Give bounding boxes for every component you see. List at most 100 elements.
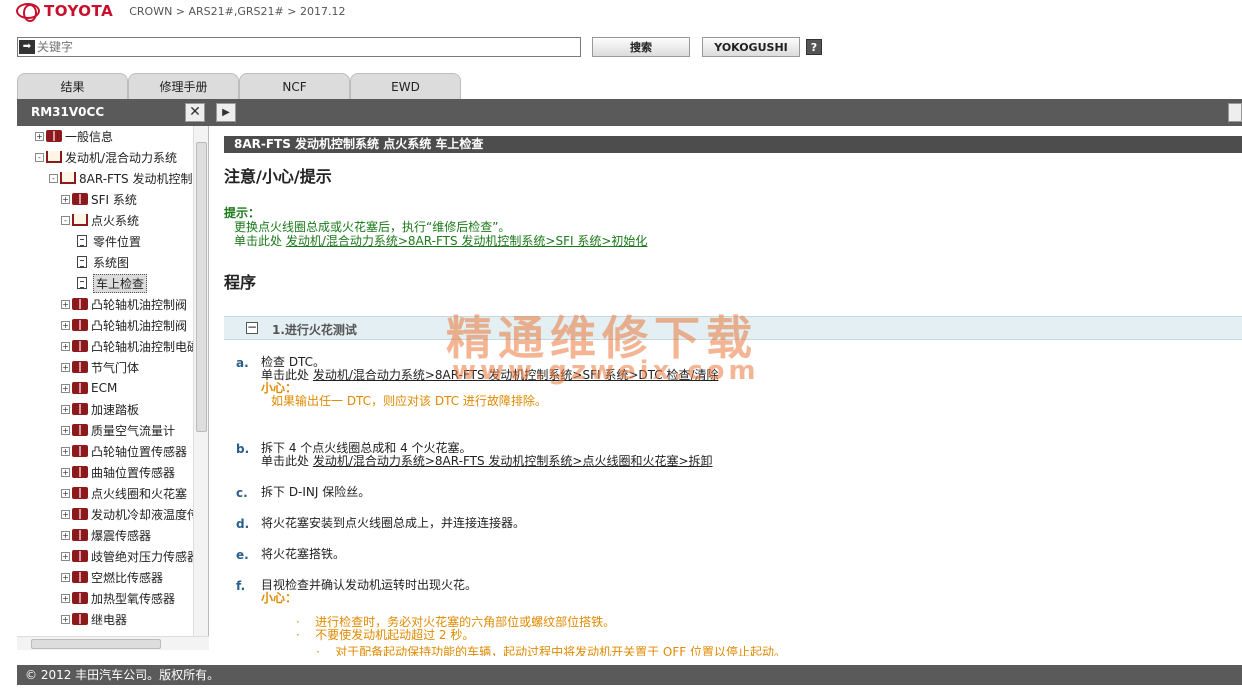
hint-prefix: 单击此处	[234, 234, 286, 248]
scroll-thumb[interactable]	[196, 142, 207, 432]
tree-item[interactable]: + 加速踏板	[61, 399, 139, 419]
collapse-icon[interactable]: -	[35, 152, 44, 162]
document-id: RM31V0CC	[31, 105, 105, 119]
toyota-logo: TOYOTA	[16, 2, 113, 22]
expand-icon[interactable]: +	[61, 593, 70, 603]
tree-item-label: 节气门体	[91, 360, 140, 375]
expand-icon[interactable]: +	[61, 446, 70, 456]
tree-item-engine-system[interactable]: - 发动机/混合动力系统	[35, 147, 177, 167]
hint-link[interactable]: 发动机/混合动力系统>8AR-FTS 发动机控制系统>SFI 系统>初始化	[286, 234, 648, 248]
tree-item-label: SFI 系统	[91, 192, 137, 207]
step-letter: f.	[236, 579, 246, 593]
step-title: 1.进行火花测试	[272, 323, 357, 337]
expand-icon[interactable]: +	[61, 530, 70, 540]
caution-heading: 注意/小心/提示	[224, 167, 332, 186]
expand-icon[interactable]: +	[61, 299, 70, 309]
collapse-icon[interactable]: -	[61, 215, 70, 225]
top-bar: TOYOTA CROWN > ARS21#,GRS21# > 2017.12	[0, 0, 1242, 22]
tree-vertical-scrollbar[interactable]	[193, 126, 208, 636]
book-icon	[72, 613, 88, 625]
tree-item[interactable]: + 继电器	[61, 609, 127, 629]
tab-results[interactable]: 结果	[17, 73, 128, 99]
tree-item[interactable]: + 加热型氧传感器	[61, 588, 175, 608]
yokogushi-button[interactable]: YOKOGUSHI	[702, 37, 800, 57]
step-letter: b.	[236, 442, 250, 456]
collapse-icon[interactable]: −	[246, 321, 258, 334]
expand-icon[interactable]: +	[61, 341, 70, 351]
book-icon	[72, 319, 88, 331]
book-icon	[72, 487, 88, 499]
next-arrow-icon[interactable]: ▶	[216, 103, 236, 122]
expand-icon[interactable]: +	[61, 614, 70, 624]
scroll-thumb[interactable]	[31, 639, 161, 649]
tree-item-parts-location[interactable]: 零件位置	[75, 231, 141, 251]
tree-item-label: 凸轮轴位置传感器	[91, 444, 188, 459]
tree-item[interactable]: + 凸轮轴机油控制电磁	[61, 336, 199, 356]
tree-item[interactable]: + 歧管绝对压力传感器	[61, 546, 199, 566]
tree-item[interactable]: + 发动机冷却液温度传	[61, 504, 199, 524]
help-icon[interactable]: ?	[806, 39, 822, 55]
bullet-text: 不要使发动机起动超过 2 秒。	[315, 628, 475, 642]
tree-horizontal-scrollbar[interactable]	[17, 636, 209, 650]
tree-item[interactable]: + ECM	[61, 378, 117, 398]
expand-icon[interactable]: +	[61, 467, 70, 477]
tree-item-label: 加热型氧传感器	[91, 591, 176, 606]
tree-item-on-vehicle-inspection[interactable]: 车上检查	[75, 273, 148, 293]
page-icon	[77, 277, 87, 289]
collapse-icon[interactable]: -	[49, 173, 58, 183]
arrow-right-icon: ➡	[19, 40, 35, 54]
expand-icon[interactable]: +	[61, 572, 70, 582]
tree-item[interactable]: + 质量空气流量计	[61, 420, 175, 440]
tree-item-general[interactable]: + 一般信息	[35, 126, 113, 146]
search-input[interactable]	[35, 38, 580, 56]
tree-item-label: 凸轮轴机油控制阀	[91, 297, 188, 312]
close-icon[interactable]: ✕	[185, 103, 205, 122]
tree-item-sfi[interactable]: + SFI 系统	[61, 189, 137, 209]
tree-item[interactable]: + 凸轮轴位置传感器	[61, 441, 187, 461]
tree-item[interactable]: + 曲轴位置传感器	[61, 462, 175, 482]
tree-item[interactable]: + 爆震传感器	[61, 525, 151, 545]
book-icon	[72, 424, 88, 436]
expand-icon[interactable]: +	[61, 551, 70, 561]
caution-bullet: · 对于配备起动保持功能的车辆，起动过程中将发动机开关置于 OFF 位置以停止起…	[316, 643, 786, 656]
tree-item[interactable]: + 凸轮轴机油控制阀	[61, 294, 187, 314]
content-pane: 8AR-FTS 发动机控制系统 点火系统 车上检查 注意/小心/提示 提示： 更…	[210, 126, 1242, 656]
bullet-text: 对于配备起动保持功能的车辆，起动过程中将发动机开关置于 OFF 位置以停止起动。	[335, 645, 786, 656]
tree-item-label: 一般信息	[65, 129, 114, 144]
sub-prefix: 单击此处	[261, 454, 313, 468]
step-sub: 单击此处 发动机/混合动力系统>8AR-FTS 发动机控制系统>点火线圈和火花塞…	[261, 455, 713, 468]
panel-toggle-button[interactable]	[1228, 103, 1242, 122]
tree-item-system-diagram[interactable]: 系统图	[75, 252, 129, 272]
tab-ewd[interactable]: EWD	[350, 73, 461, 99]
expand-icon[interactable]: +	[61, 509, 70, 519]
caution-text: 如果输出任一 DTC，则应对该 DTC 进行故障排除。	[271, 394, 547, 408]
tree-item-ignition[interactable]: - 点火系统	[61, 210, 139, 230]
tree-item-label: 点火系统	[91, 213, 140, 228]
step-text: 拆下 D-INJ 保险丝。	[261, 485, 371, 499]
tree-item[interactable]: + 凸轮轴机油控制阀	[61, 315, 187, 335]
sub-prefix: 单击此处	[261, 368, 313, 382]
expand-icon[interactable]: +	[61, 404, 70, 414]
expand-icon[interactable]: +	[61, 320, 70, 330]
expand-icon[interactable]: +	[61, 383, 70, 393]
document-toolbar: RM31V0CC ✕ ▶	[17, 99, 1242, 126]
tree-item[interactable]: + 点火线圈和火花塞	[61, 483, 187, 503]
tree-item[interactable]: + 空燃比传感器	[61, 567, 163, 587]
tab-repair-manual[interactable]: 修理手册	[128, 73, 239, 99]
tree-item[interactable]: + 节气门体	[61, 357, 139, 377]
navigation-tree: + 一般信息 - 发动机/混合动力系统 -8AR-FTS 发动机控制 + SFI 系统…	[17, 126, 209, 636]
book-icon	[72, 340, 88, 352]
expand-icon[interactable]: +	[61, 194, 70, 204]
search-button[interactable]: 搜索	[592, 37, 690, 57]
expand-icon[interactable]: +	[35, 131, 44, 141]
book-icon	[72, 550, 88, 562]
expand-icon[interactable]: +	[61, 425, 70, 435]
tree-item-label: 发动机/混合动力系统	[65, 150, 178, 165]
tree-item-label: 质量空气流量计	[91, 423, 176, 438]
tree-item-engine-control[interactable]: - 8AR-FTS 发动机控制	[49, 168, 192, 188]
tab-ncf[interactable]: NCF	[239, 73, 350, 99]
step-link[interactable]: 发动机/混合动力系统>8AR-FTS 发动机控制系统>点火线圈和火花塞>拆卸	[313, 454, 713, 468]
expand-icon[interactable]: +	[61, 488, 70, 498]
tree-item-label: 曲轴位置传感器	[91, 465, 176, 480]
expand-icon[interactable]: +	[61, 362, 70, 372]
